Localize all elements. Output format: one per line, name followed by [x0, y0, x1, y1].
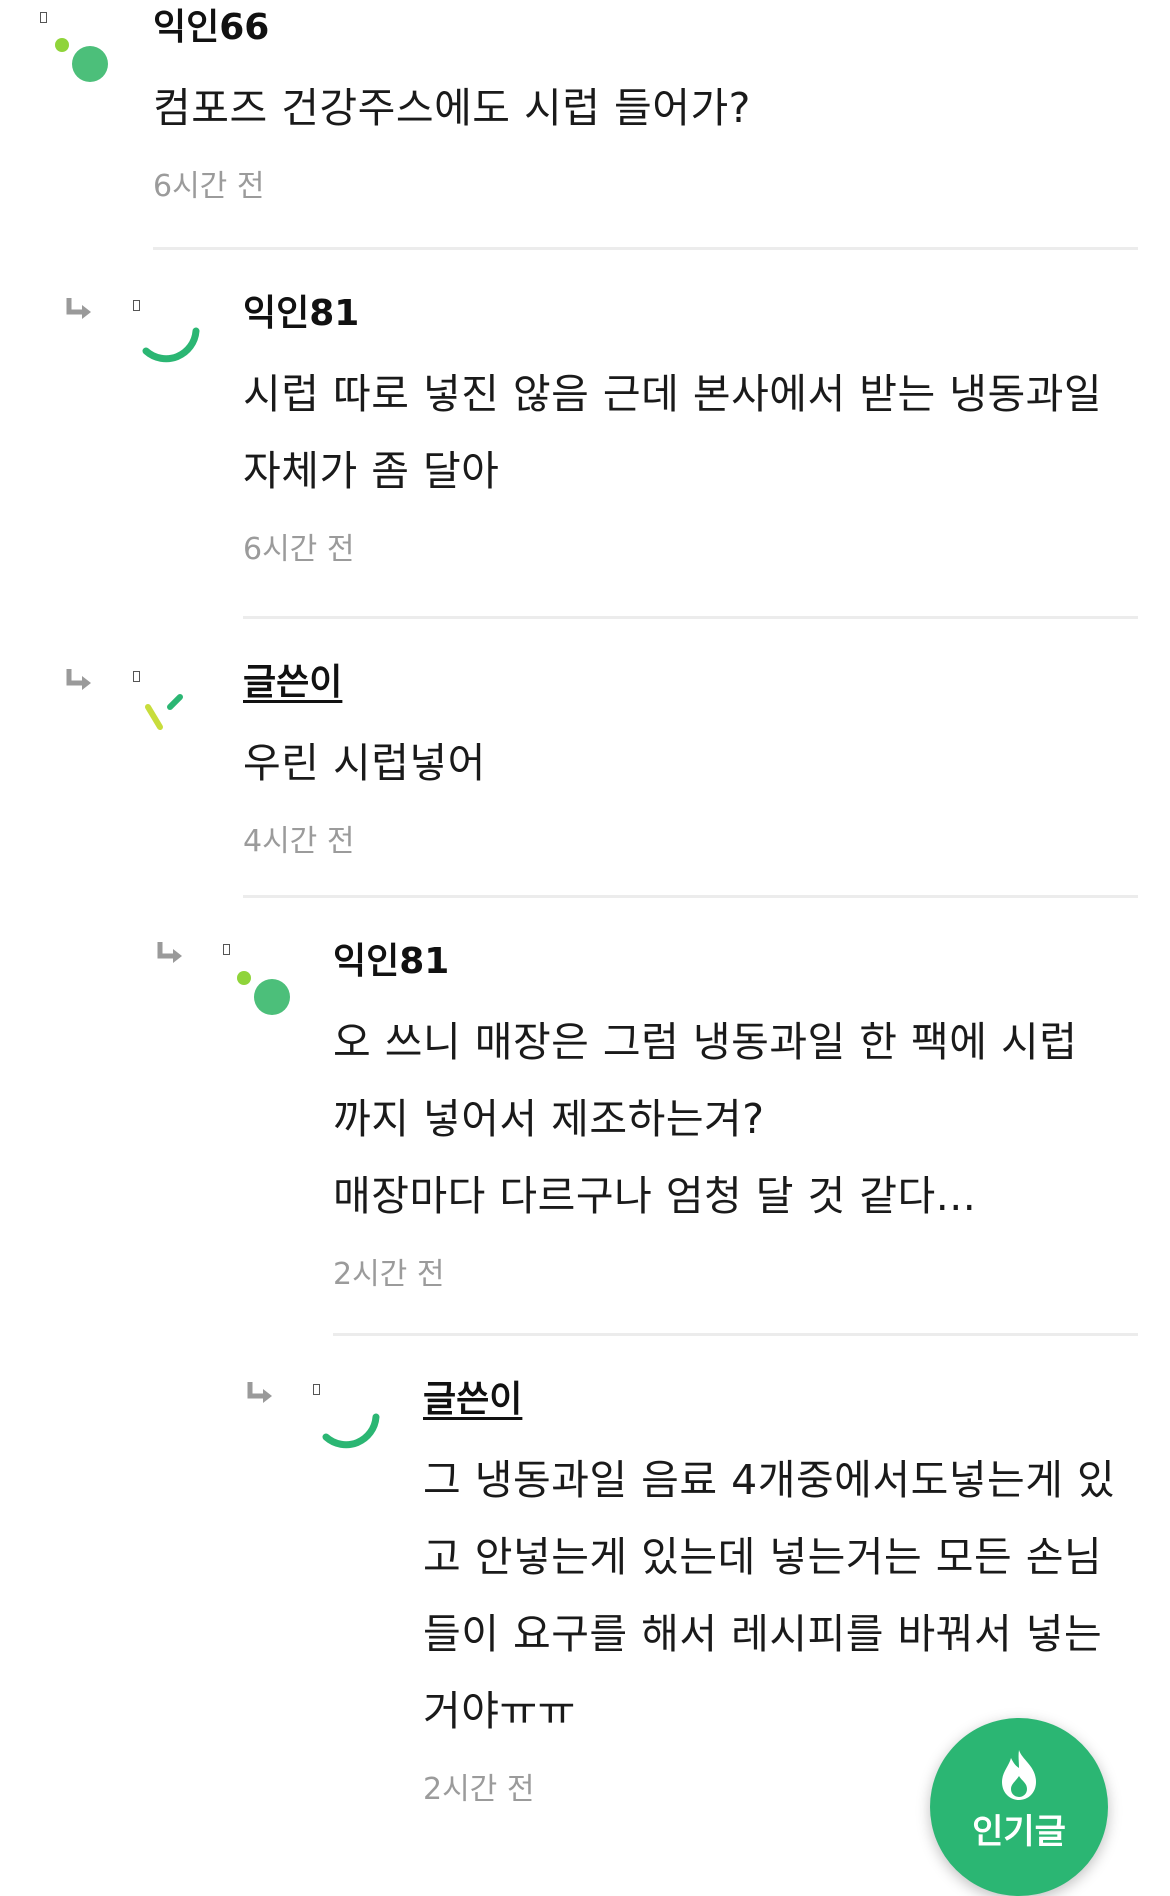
- comment-body: 오 쓰니 매장은 그럼 냉동과일 한 팩에 시럽 까지 넣어서 제조하는겨? 매…: [333, 1018, 1078, 1220]
- arc-icon: [142, 327, 200, 363]
- comment-author[interactable]: 익인81: [333, 940, 449, 984]
- avatar[interactable]: [128, 677, 218, 767]
- comment-author-op[interactable]: 글쓴이: [423, 1378, 522, 1422]
- avatar[interactable]: [42, 20, 132, 110]
- reply-arrow-icon: [66, 669, 91, 690]
- arc-icon: [322, 1413, 380, 1449]
- avatar[interactable]: [128, 305, 218, 395]
- reply-arrow-icon: [247, 1382, 272, 1403]
- comment-timestamp: 6시간 전: [243, 532, 355, 567]
- comment-author[interactable]: 익인66: [153, 6, 269, 50]
- comment-author[interactable]: 익인81: [243, 292, 359, 336]
- comment-body: 시럽 따로 넣진 않음 근데 본사에서 받는 냉동과일 자체가 좀 달아: [243, 370, 1103, 495]
- reply-arrow-icon: [157, 942, 182, 963]
- popular-posts-button[interactable]: 인기글: [930, 1718, 1108, 1896]
- comment-reply: 글쓴이 우린 시럽넣어 4시간 전: [0, 619, 1138, 898]
- fire-icon: [1002, 1750, 1036, 1800]
- avatar[interactable]: [308, 1391, 398, 1481]
- dots-icon: [55, 38, 108, 82]
- comment-timestamp: 4시간 전: [243, 824, 355, 859]
- comment-body: 우린 시럽넣어: [243, 739, 486, 787]
- comment-timestamp: 6시간 전: [153, 169, 265, 204]
- comment-item: 익인66 컴포즈 건강주스에도 시럽 들어가? 6시간 전: [0, 0, 1138, 250]
- comment-reply: 익인81 시럽 따로 넣진 않음 근데 본사에서 받는 냉동과일 자체가 좀 달…: [0, 250, 1138, 619]
- comment-reply: 익인81 오 쓰니 매장은 그럼 냉동과일 한 팩에 시럽 까지 넣어서 제조하…: [0, 898, 1138, 1336]
- sticks-icon: [145, 694, 183, 730]
- comment-author-op[interactable]: 글쓴이: [243, 661, 342, 705]
- comment-body: 그 냉동과일 음료 4개중에서도넣는게 있 고 안넣는게 있는데 넣는거는 모든…: [423, 1456, 1116, 1735]
- fab-label: 인기글: [972, 1812, 1066, 1852]
- comment-body: 컴포즈 건강주스에도 시럽 들어가?: [153, 84, 751, 132]
- reply-arrow-icon: [66, 298, 91, 319]
- comment-timestamp: 2시간 전: [333, 1257, 445, 1292]
- dots-icon: [237, 971, 290, 1015]
- avatar[interactable]: [224, 953, 314, 1043]
